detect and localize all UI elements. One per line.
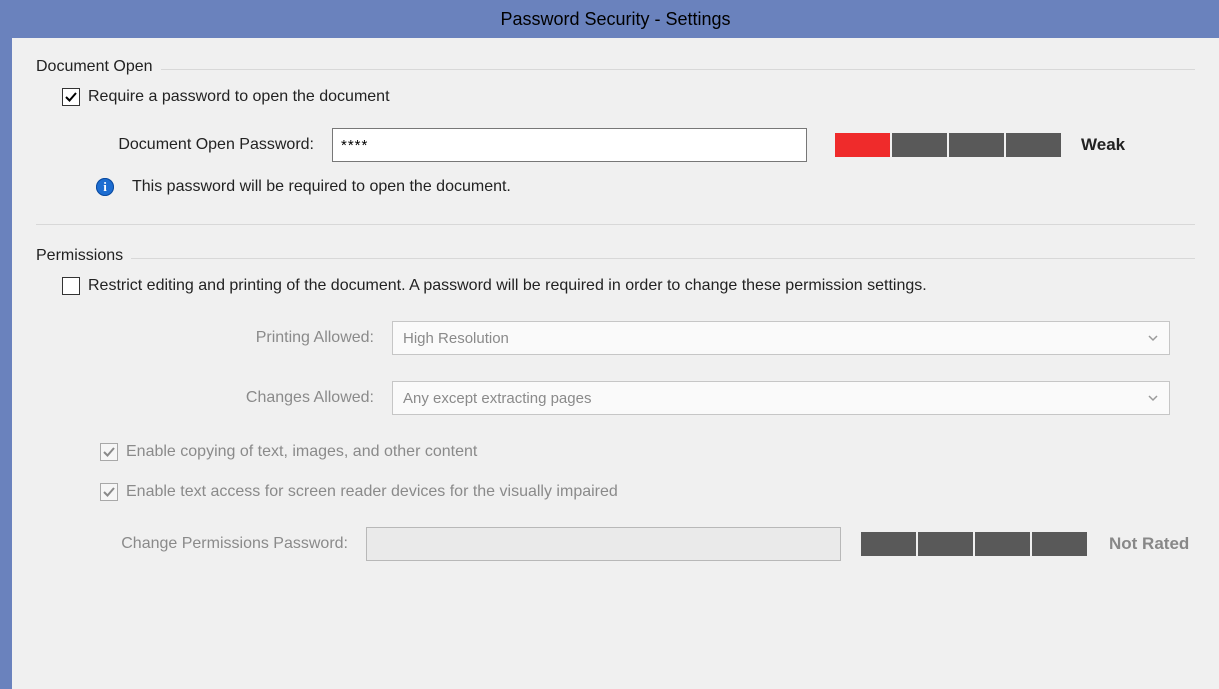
checkmark-icon xyxy=(102,445,116,459)
checkmark-icon xyxy=(102,485,116,499)
require-password-checkbox[interactable] xyxy=(62,88,80,106)
section-permissions: Permissions Restrict editing and printin… xyxy=(36,247,1195,561)
info-icon: i xyxy=(96,178,114,196)
document-open-password-label: Document Open Password: xyxy=(62,136,332,154)
divider xyxy=(36,69,1195,70)
meter-segment xyxy=(861,532,916,556)
divider xyxy=(36,258,1195,259)
doc-open-strength-label: Weak xyxy=(1081,135,1125,155)
changes-allowed-value: Any except extracting pages xyxy=(403,390,591,407)
require-password-label: Require a password to open the document xyxy=(88,88,390,106)
chevron-down-icon xyxy=(1147,392,1159,404)
dialog-content: Document Open Require a password to open… xyxy=(12,38,1219,561)
changes-allowed-label: Changes Allowed: xyxy=(62,389,392,407)
section-document-open: Document Open Require a password to open… xyxy=(36,58,1195,196)
enable-copying-label: Enable copying of text, images, and othe… xyxy=(126,443,477,461)
change-permissions-password-label: Change Permissions Password: xyxy=(36,535,366,553)
meter-segment xyxy=(975,532,1030,556)
divider xyxy=(36,224,1195,225)
permissions-strength-meter xyxy=(861,532,1087,556)
doc-open-hint: This password will be required to open t… xyxy=(132,178,511,196)
checkmark-icon xyxy=(64,90,78,104)
meter-segment xyxy=(918,532,973,556)
enable-screen-reader-checkbox xyxy=(100,483,118,501)
restrict-editing-label: Restrict editing and printing of the doc… xyxy=(88,277,927,295)
meter-segment xyxy=(1006,133,1061,157)
restrict-editing-checkbox[interactable] xyxy=(62,277,80,295)
enable-copying-checkbox xyxy=(100,443,118,461)
section-title-permissions: Permissions xyxy=(36,247,131,267)
password-security-dialog: Password Security - Settings Document Op… xyxy=(0,0,1219,689)
doc-open-strength-meter xyxy=(835,133,1061,157)
chevron-down-icon xyxy=(1147,332,1159,344)
meter-segment xyxy=(835,133,890,157)
meter-segment xyxy=(949,133,1004,157)
printing-allowed-value: High Resolution xyxy=(403,330,509,347)
meter-segment xyxy=(892,133,947,157)
dialog-titlebar: Password Security - Settings xyxy=(12,0,1219,38)
section-title-document-open: Document Open xyxy=(36,58,161,78)
meter-segment xyxy=(1032,532,1087,556)
enable-screen-reader-label: Enable text access for screen reader dev… xyxy=(126,483,618,501)
document-open-password-input[interactable] xyxy=(332,128,807,162)
printing-allowed-label: Printing Allowed: xyxy=(62,329,392,347)
changes-allowed-select: Any except extracting pages xyxy=(392,381,1170,415)
change-permissions-password-input xyxy=(366,527,841,561)
permissions-strength-label: Not Rated xyxy=(1109,534,1189,554)
dialog-title: Password Security - Settings xyxy=(500,9,730,30)
printing-allowed-select: High Resolution xyxy=(392,321,1170,355)
